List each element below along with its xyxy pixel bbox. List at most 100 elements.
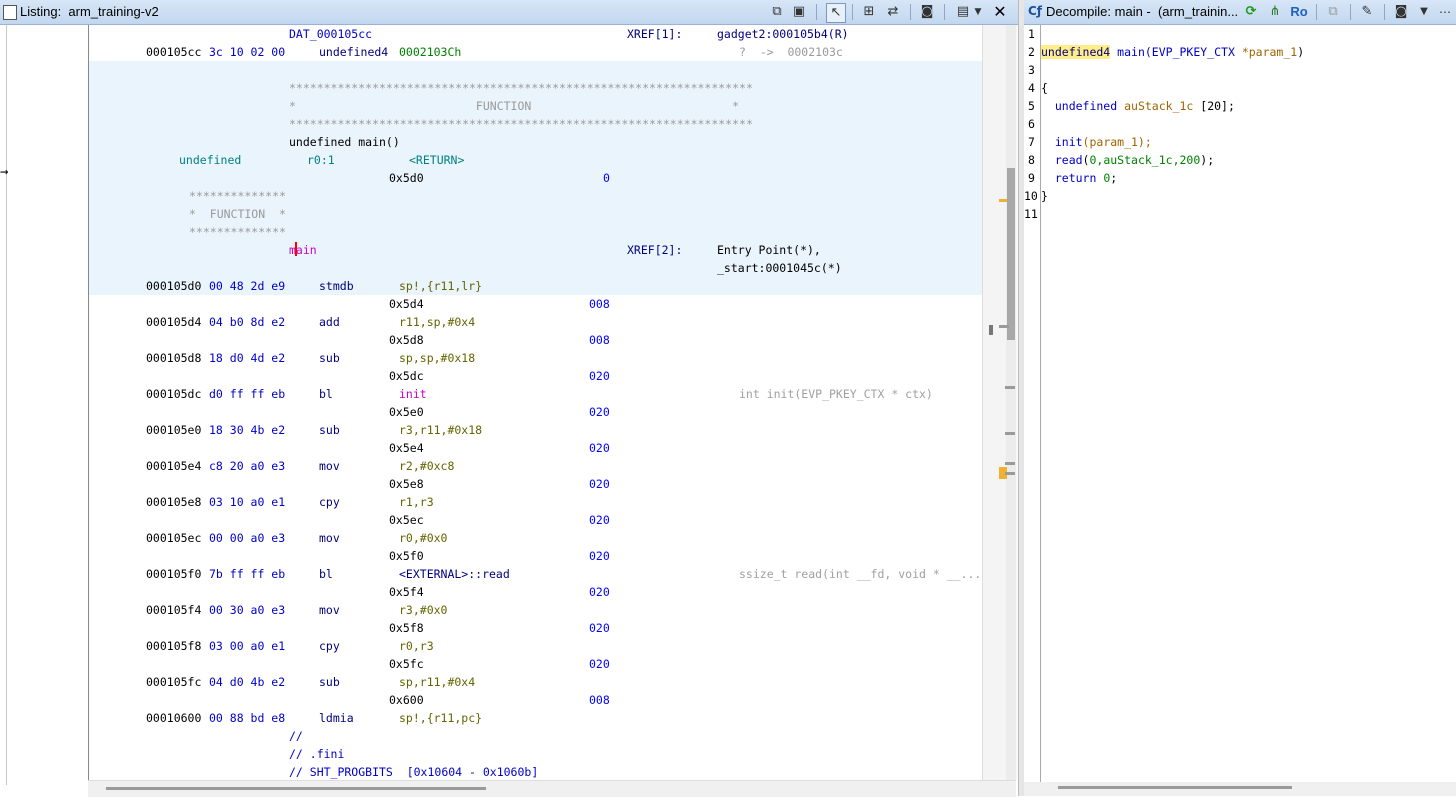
instruction-mnemonic[interactable]: mov <box>319 459 340 473</box>
instruction-operands[interactable]: r0,#0x0 <box>399 531 447 545</box>
instruction-operands[interactable]: sp,r11,#0x4 <box>399 675 475 689</box>
instruction-mnemonic[interactable]: bl <box>319 567 333 581</box>
param-type: (EVP_PKEY_CTX <box>1144 45 1242 59</box>
decompile-title: Decompile: main - (arm_trainin... <box>1046 4 1239 19</box>
field-select-icon[interactable]: ⊞ <box>860 3 878 21</box>
edit-icon[interactable]: ✎ <box>1358 3 1376 21</box>
overview-marker <box>1005 472 1015 475</box>
menu-dropdown-icon[interactable]: ▼ <box>972 3 984 21</box>
instruction-operands[interactable]: r3,r11,#0x18 <box>399 423 482 437</box>
overview-marker <box>1005 462 1015 465</box>
instruction-mnemonic[interactable]: cpy <box>319 495 340 509</box>
instruction-operands[interactable]: r3,#0x0 <box>399 603 447 617</box>
instruction-bytes: 04 b0 8d e2 <box>209 315 286 329</box>
listing-horizontal-scrollbar[interactable] <box>88 780 1016 797</box>
decompile-panel: Cƒ Decompile: main - (arm_trainin... ⟳ ⋔… <box>1024 0 1456 796</box>
instruction-operands[interactable]: r1,r3 <box>399 495 434 509</box>
text-cursor <box>295 242 297 256</box>
instruction-operands[interactable]: r11,sp,#0x4 <box>399 315 475 329</box>
paren: ) <box>1297 45 1305 59</box>
code-line-7: init(param_1); <box>1041 135 1152 149</box>
next-address: 0x5ec <box>389 513 424 527</box>
instruction-mnemonic[interactable]: mov <box>319 603 340 617</box>
function-signature[interactable]: undefined main() <box>289 135 400 149</box>
arrow-right-icon: → <box>0 164 9 180</box>
instruction-address[interactable]: 000105f0 <box>146 567 201 581</box>
instruction-mnemonic[interactable]: cpy <box>319 639 340 653</box>
decompiled-code[interactable]: undefined4 main(EVP_PKEY_CTX *param_1) {… <box>1041 25 1456 785</box>
more-icon[interactable]: ⋯ <box>1438 3 1452 21</box>
address[interactable]: 000105cc <box>146 45 201 59</box>
stack-value: 0 <box>603 171 610 185</box>
next-address: 0x5e4 <box>389 441 424 455</box>
graph-icon[interactable]: ⋔ <box>1266 3 1284 21</box>
instruction-bytes: 00 88 bd e8 <box>209 711 286 725</box>
instruction-mnemonic[interactable]: sub <box>319 351 340 365</box>
instruction-address[interactable]: 000105ec <box>146 531 201 545</box>
layout-icon[interactable]: ▤ <box>954 3 972 21</box>
instruction-address[interactable]: 000105e0 <box>146 423 201 437</box>
instruction-operands[interactable]: sp!,{r11,pc} <box>399 711 482 725</box>
copy-icon[interactable]: ⧉ <box>1324 3 1342 21</box>
instruction-operands[interactable]: r2,#0xc8 <box>399 459 454 473</box>
function-name[interactable]: main <box>1110 45 1145 59</box>
instruction-address[interactable]: 000105e8 <box>146 495 201 509</box>
call-read[interactable]: read <box>1041 153 1083 167</box>
paste-icon[interactable]: ▣ <box>790 3 808 21</box>
instruction-mnemonic[interactable]: sub <box>319 423 340 437</box>
instruction-mnemonic[interactable]: add <box>319 315 340 329</box>
instruction-operands[interactable]: sp!,{r11,lr} <box>399 279 482 293</box>
scrollbar-thumb[interactable] <box>1058 786 1292 789</box>
instruction-operands[interactable]: sp,sp,#0x18 <box>399 351 475 365</box>
instruction-operands[interactable]: r0,r3 <box>399 639 434 653</box>
ro-icon[interactable]: Ro <box>1288 3 1310 21</box>
next-address: 0x600 <box>389 693 424 707</box>
instruction-address[interactable]: 000105d4 <box>146 315 201 329</box>
menu-dropdown-icon[interactable]: ▼ <box>1418 3 1430 21</box>
instruction-operands[interactable]: <EXTERNAL>::read <box>399 567 510 581</box>
param-name[interactable]: *param_1 <box>1242 45 1297 59</box>
instruction-address[interactable]: 000105f4 <box>146 603 201 617</box>
xref-target[interactable]: _start:0001045c(*) <box>717 261 842 275</box>
snapshot-icon[interactable]: ◙ <box>1392 3 1410 21</box>
instruction-address[interactable]: 000105f8 <box>146 639 201 653</box>
diff-icon[interactable]: ⇄ <box>884 3 902 21</box>
next-address: 0x5e0 <box>389 405 424 419</box>
instruction-address[interactable]: 000105dc <box>146 387 201 401</box>
instruction-operands[interactable]: init <box>399 387 427 401</box>
instruction-bytes: 00 00 a0 e3 <box>209 531 286 545</box>
instruction-address[interactable]: 000105e4 <box>146 459 201 473</box>
instruction-mnemonic[interactable]: stmdb <box>319 279 354 293</box>
overview-scrollbar[interactable] <box>982 25 1017 780</box>
instruction-address[interactable]: 000105d0 <box>146 279 201 293</box>
refresh-icon[interactable]: ⟳ <box>1242 3 1260 21</box>
mini-banner: * FUNCTION * <box>189 207 286 221</box>
instruction-address[interactable]: 000105fc <box>146 675 201 689</box>
call-init[interactable]: init <box>1041 135 1083 149</box>
var-name[interactable]: auStack_1c <box>1117 99 1200 113</box>
instruction-mnemonic[interactable]: bl <box>319 387 333 401</box>
data-label[interactable]: DAT_000105cc <box>289 27 372 41</box>
instruction-address[interactable]: 000105d8 <box>146 351 201 365</box>
snapshot-icon[interactable]: ◙ <box>918 3 936 21</box>
scrollbar-thumb[interactable] <box>106 787 486 790</box>
xref-target[interactable]: gadget2:000105b4(R) <box>717 27 849 41</box>
instruction-mnemonic[interactable]: mov <box>319 531 340 545</box>
copy-icon[interactable]: ⧉ <box>768 3 786 21</box>
cursor-select-icon[interactable]: ↖ <box>826 3 846 23</box>
instruction-mnemonic[interactable]: sub <box>319 675 340 689</box>
close-icon[interactable]: ✕ <box>991 3 1009 21</box>
listing-code-area[interactable]: DAT_000105cc XREF[1]: gadget2:000105b4(R… <box>88 25 983 780</box>
call-args: 0,auStack_1c,200 <box>1089 153 1201 167</box>
decompile-horizontal-scrollbar[interactable] <box>1024 782 1456 796</box>
scrollbar-thumb[interactable] <box>1007 168 1015 340</box>
instruction-address[interactable]: 00010600 <box>146 711 201 725</box>
return-keyword: return <box>1041 171 1104 185</box>
return-type[interactable]: undefined4 <box>1041 45 1111 59</box>
function-label[interactable]: main <box>289 243 317 257</box>
xref-target[interactable]: Entry Point(*), <box>717 243 821 257</box>
call-args: (param_1); <box>1082 135 1152 149</box>
instruction-bytes: 7b ff ff eb <box>209 567 286 581</box>
instruction-mnemonic[interactable]: ldmia <box>319 711 354 725</box>
listing-titlebar: Listing: arm_training-v2 ⧉ ▣ ↖ ⊞ ⇄ ◙ ▤ ▼… <box>0 0 1018 25</box>
